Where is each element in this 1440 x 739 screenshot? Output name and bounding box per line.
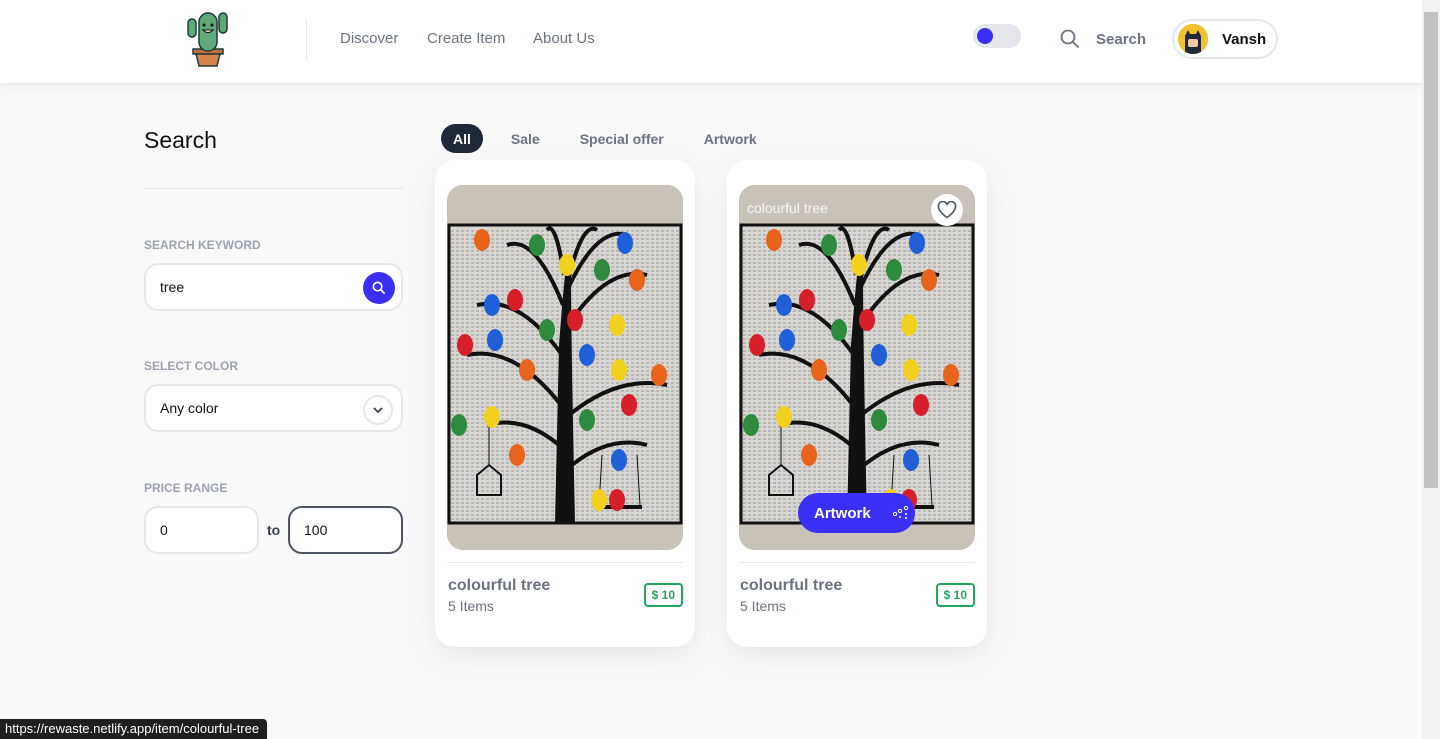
item-count: 5 Items xyxy=(740,598,786,614)
favorite-button[interactable] xyxy=(931,194,963,226)
keyword-input[interactable]: tree xyxy=(144,263,403,311)
card-divider xyxy=(739,562,975,563)
user-profile-button[interactable]: Vansh xyxy=(1172,19,1278,59)
price-badge: $ 10 xyxy=(935,583,975,607)
top-navbar: Discover Create Item About Us Search Van… xyxy=(0,0,1422,83)
avatar xyxy=(1178,24,1208,54)
heart-icon xyxy=(937,201,957,219)
keyword-value: tree xyxy=(160,279,185,295)
category-label: Artwork xyxy=(814,504,871,522)
item-name[interactable]: colourful tree xyxy=(448,577,550,595)
price-label: PRICE RANGE xyxy=(144,481,228,495)
dots-icon xyxy=(892,506,908,519)
nav-discover[interactable]: Discover xyxy=(340,30,398,47)
cactus-logo[interactable] xyxy=(185,5,231,67)
tab-sale[interactable]: Sale xyxy=(493,124,558,153)
item-card[interactable]: colourful tree 5 Items $ 10 xyxy=(435,160,695,647)
overlay-title: colourful tree xyxy=(747,200,828,216)
color-label: SELECT COLOR xyxy=(144,359,239,373)
item-name[interactable]: colourful tree xyxy=(740,577,842,595)
item-image[interactable]: colourful tree Artwork xyxy=(739,185,975,550)
item-image[interactable] xyxy=(447,185,683,550)
tab-all[interactable]: All xyxy=(441,124,483,153)
user-name: Vansh xyxy=(1222,30,1267,48)
price-min-input[interactable]: 0 xyxy=(144,506,259,554)
color-select[interactable]: Any color xyxy=(144,384,403,432)
card-divider xyxy=(447,562,683,563)
header-search-label: Search xyxy=(1096,30,1147,48)
chevron-down-icon xyxy=(363,395,393,425)
nav-about-us[interactable]: About Us xyxy=(533,30,595,47)
tab-special-offer[interactable]: Special offer xyxy=(562,124,682,153)
scrollbar-thumb[interactable] xyxy=(1424,12,1438,488)
nav-create-item[interactable]: Create Item xyxy=(427,30,505,47)
search-icon xyxy=(372,281,386,295)
theme-toggle[interactable] xyxy=(973,24,1021,48)
search-icon xyxy=(1060,29,1080,49)
keyword-search-button[interactable] xyxy=(363,272,395,304)
tab-artwork[interactable]: Artwork xyxy=(686,124,775,153)
nav-divider xyxy=(306,18,307,60)
keyword-label: SEARCH KEYWORD xyxy=(144,238,261,252)
color-value: Any color xyxy=(160,400,219,416)
category-tabs: All Sale Special offer Artwork xyxy=(441,124,775,153)
item-card[interactable]: colourful tree Artwork colourful tree 5 … xyxy=(727,160,987,647)
page-title: Search xyxy=(144,127,217,153)
price-badge: $ 10 xyxy=(643,583,683,607)
page-scrollbar[interactable] xyxy=(1422,0,1440,739)
price-max-input[interactable]: 100 xyxy=(288,506,403,554)
header-search-button[interactable]: Search xyxy=(1060,29,1146,49)
price-max-value: 100 xyxy=(304,522,328,538)
item-count: 5 Items xyxy=(448,598,494,614)
price-to-label: to xyxy=(267,522,281,538)
category-button[interactable]: Artwork xyxy=(798,493,915,533)
status-bar-url: https://rewaste.netlify.app/item/colourf… xyxy=(0,719,268,739)
price-min-value: 0 xyxy=(160,522,168,538)
divider xyxy=(144,188,403,189)
